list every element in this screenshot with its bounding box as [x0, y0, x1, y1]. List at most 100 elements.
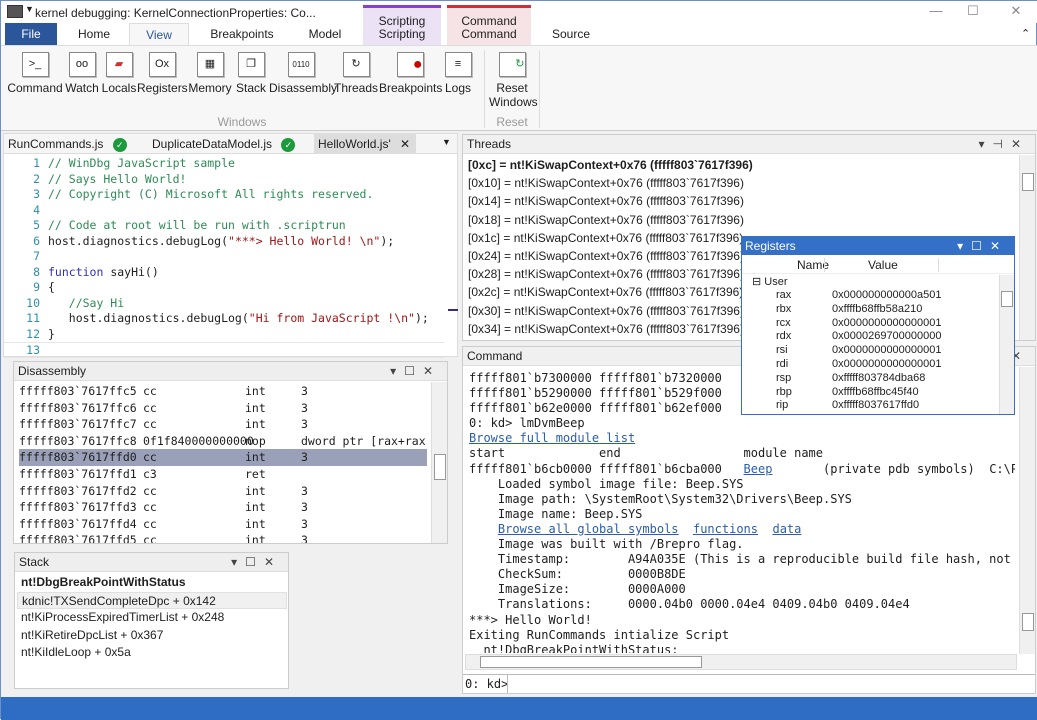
register-value: 0xffffb68ffbc45f40: [832, 385, 919, 398]
memory-button[interactable]: ▦ Memory: [187, 52, 233, 95]
thread-row[interactable]: [0x14] = nt!KiSwapContext+0x76 (fffff803…: [468, 192, 1018, 210]
code-token: sayHi(): [103, 264, 159, 279]
command-vscrollbar[interactable]: [1019, 367, 1035, 654]
command-prompt: 0: kd>: [465, 677, 509, 691]
stack-list[interactable]: nt!DbgBreakPointWithStatus kdnic!TXSendCo…: [17, 574, 287, 662]
stack-frame[interactable]: nt!KiProcessExpiredTimerList + 0x248: [17, 609, 287, 627]
scroll-thumb[interactable]: [434, 454, 446, 480]
close-tab-icon[interactable]: ✕: [400, 137, 410, 151]
command-button[interactable]: >_ Command: [7, 52, 63, 95]
tab-file[interactable]: File: [5, 23, 57, 45]
logs-button[interactable]: ≡ Logs: [441, 52, 475, 95]
tab-view[interactable]: View: [129, 23, 189, 45]
stack-frame[interactable]: kdnic!TXSendCompleteDpc + 0x142: [17, 591, 287, 609]
command-text: fffff801`b62e0000 fffff801`b62ef000 h: [469, 401, 751, 416]
breakpoints-button[interactable]: ● Breakpoints: [379, 52, 442, 95]
register-row[interactable]: rbp 0xffffb68ffbc45f40: [742, 386, 997, 400]
close-button[interactable]: ✕: [1001, 3, 1031, 21]
watch-button[interactable]: oo Watch: [63, 52, 101, 95]
disasm-cell: fffff803`7617ffd4: [19, 516, 137, 531]
window-title: kernel debugging: KernelConnectionProper…: [35, 6, 316, 20]
threads-button[interactable]: ↻ Threads: [333, 52, 379, 95]
disassembly-row[interactable]: fffff803`7617ffc5 cc int 3: [19, 383, 427, 400]
pane-controls-icon[interactable]: ▾☐✕: [231, 553, 282, 572]
register-row[interactable]: rip 0xfffff8037617ffd0: [742, 399, 997, 413]
pane-controls-icon[interactable]: ▾☐✕: [957, 237, 1008, 255]
tab-home[interactable]: Home: [63, 23, 125, 45]
command-input[interactable]: [507, 675, 1035, 693]
register-group-user[interactable]: ⊟ User: [752, 275, 788, 288]
register-row[interactable]: rdi 0x0000000000000001: [742, 358, 997, 372]
tab-command[interactable]: Command: [447, 23, 531, 45]
command-link[interactable]: Browse full module list: [469, 431, 635, 445]
disassembly-scrollbar[interactable]: [431, 382, 447, 543]
scroll-thumb[interactable]: [1001, 291, 1013, 307]
threads-scrollbar[interactable]: [1019, 155, 1035, 340]
disasm-cell: 3: [301, 417, 308, 432]
column-value[interactable]: Value: [868, 256, 898, 274]
scroll-thumb[interactable]: [1022, 613, 1034, 631]
tab-model[interactable]: Model: [293, 23, 357, 45]
command-link[interactable]: functions: [693, 522, 758, 536]
editor-tab-runcommands[interactable]: RunCommands.js ✓: [8, 137, 127, 152]
command-link[interactable]: Beep: [744, 462, 773, 476]
tab-breakpoints[interactable]: Breakpoints: [197, 23, 287, 45]
disassembly-row[interactable]: fffff803`7617ffd5 cc int 3: [19, 532, 427, 543]
command-text: [469, 522, 498, 536]
registers-header[interactable]: Registers ▾☐✕: [742, 237, 1014, 255]
disasm-cell: fffff803`7617ffd2: [19, 483, 137, 498]
disassembly-row[interactable]: fffff803`7617ffd3 cc int 3: [19, 499, 427, 516]
locals-button[interactable]: ▰ Locals: [101, 52, 137, 95]
tab-list-dropdown-icon[interactable]: ▼: [442, 137, 451, 147]
minimize-button[interactable]: —: [921, 3, 951, 21]
logs-icon: ≡: [444, 52, 472, 77]
stack-button[interactable]: ❐ Stack: [233, 52, 269, 95]
disassembly-button[interactable]: 0110 Disassembly: [269, 52, 337, 95]
pane-controls-icon[interactable]: ▾☐✕: [390, 362, 441, 381]
command-link[interactable]: data: [772, 522, 801, 536]
disassembly-row[interactable]: fffff803`7617ffc7 cc int 3: [19, 416, 427, 433]
reset-windows-button[interactable]: ↻ Reset Windows: [489, 52, 538, 109]
stack-frame[interactable]: nt!DbgBreakPointWithStatus: [17, 574, 287, 592]
disassembly-list[interactable]: fffff803`7617ffc5 cc int 3 fffff803`7617ffc6…: [19, 383, 427, 543]
code-area[interactable]: 1 // WinDbg JavaScript sample 2 // Says Hel…: [4, 156, 444, 358]
register-row[interactable]: rdx 0x0000269700000000: [742, 330, 997, 344]
register-row[interactable]: rsp 0xfffff803784dba68: [742, 372, 997, 386]
app-icon[interactable]: [7, 5, 23, 18]
collapse-icon[interactable]: ⊟: [752, 276, 761, 288]
register-row[interactable]: rax 0x000000000000a501: [742, 289, 997, 303]
register-row[interactable]: rsi 0x0000000000000001: [742, 344, 997, 358]
tab-source[interactable]: Source: [541, 23, 601, 45]
thread-row[interactable]: [0xc] = nt!KiSwapContext+0x76 (fffff803`…: [468, 156, 1018, 174]
tab-scripting[interactable]: Scripting: [363, 23, 441, 45]
scroll-thumb[interactable]: [480, 656, 702, 668]
registers-scrollbar[interactable]: [999, 275, 1014, 414]
collapse-ribbon-icon[interactable]: ⌃: [1021, 27, 1030, 40]
disassembly-row[interactable]: fffff803`7617ffd4 cc int 3: [19, 516, 427, 533]
disasm-cell: int: [245, 450, 266, 465]
command-link[interactable]: Browse all global symbols: [498, 522, 679, 536]
code-token: function: [48, 264, 104, 279]
command-hscrollbar[interactable]: [465, 654, 1017, 670]
thread-row[interactable]: [0x10] = nt!KiSwapContext+0x76 (fffff803…: [468, 174, 1018, 192]
pane-controls-icon[interactable]: ▾⊣✕: [978, 135, 1029, 154]
line-number: 5: [33, 218, 40, 232]
maximize-button[interactable]: ☐: [958, 3, 988, 21]
scroll-thumb[interactable]: [1022, 173, 1034, 191]
disasm-cell: cc: [143, 400, 157, 415]
register-row[interactable]: rcx 0x0000000000000001: [742, 317, 997, 331]
editor-tab-helloworld[interactable]: HelloWorld.js' ✕: [314, 134, 416, 154]
quick-access-dropdown-icon[interactable]: ▼: [25, 4, 34, 14]
disassembly-row[interactable]: fffff803`7617ffc6 cc int 3: [19, 400, 427, 417]
thread-row[interactable]: [0x18] = nt!KiSwapContext+0x76 (fffff803…: [468, 211, 1018, 229]
stack-frame[interactable]: nt!KiIdleLoop + 0x5a: [17, 644, 287, 662]
disassembly-row[interactable]: fffff803`7617ffc8 0f1f840000000000 nop dwor…: [19, 433, 427, 450]
stack-frame[interactable]: nt!KiRetireDpcList + 0x367: [17, 627, 287, 645]
register-row[interactable]: rbx 0xffffb68ffb58a210: [742, 303, 997, 317]
registers-button[interactable]: Ox Registers: [137, 52, 188, 95]
disassembly-row[interactable]: fffff803`7617ffd0 cc int 3: [19, 449, 427, 466]
disassembly-row[interactable]: fffff803`7617ffd1 c3 ret: [19, 466, 427, 483]
registers-columns: Name Value: [742, 256, 1014, 274]
disassembly-row[interactable]: fffff803`7617ffd2 cc int 3: [19, 483, 427, 500]
editor-tab-duplicatedatamodel[interactable]: DuplicateDataModel.js ✓: [152, 137, 296, 152]
